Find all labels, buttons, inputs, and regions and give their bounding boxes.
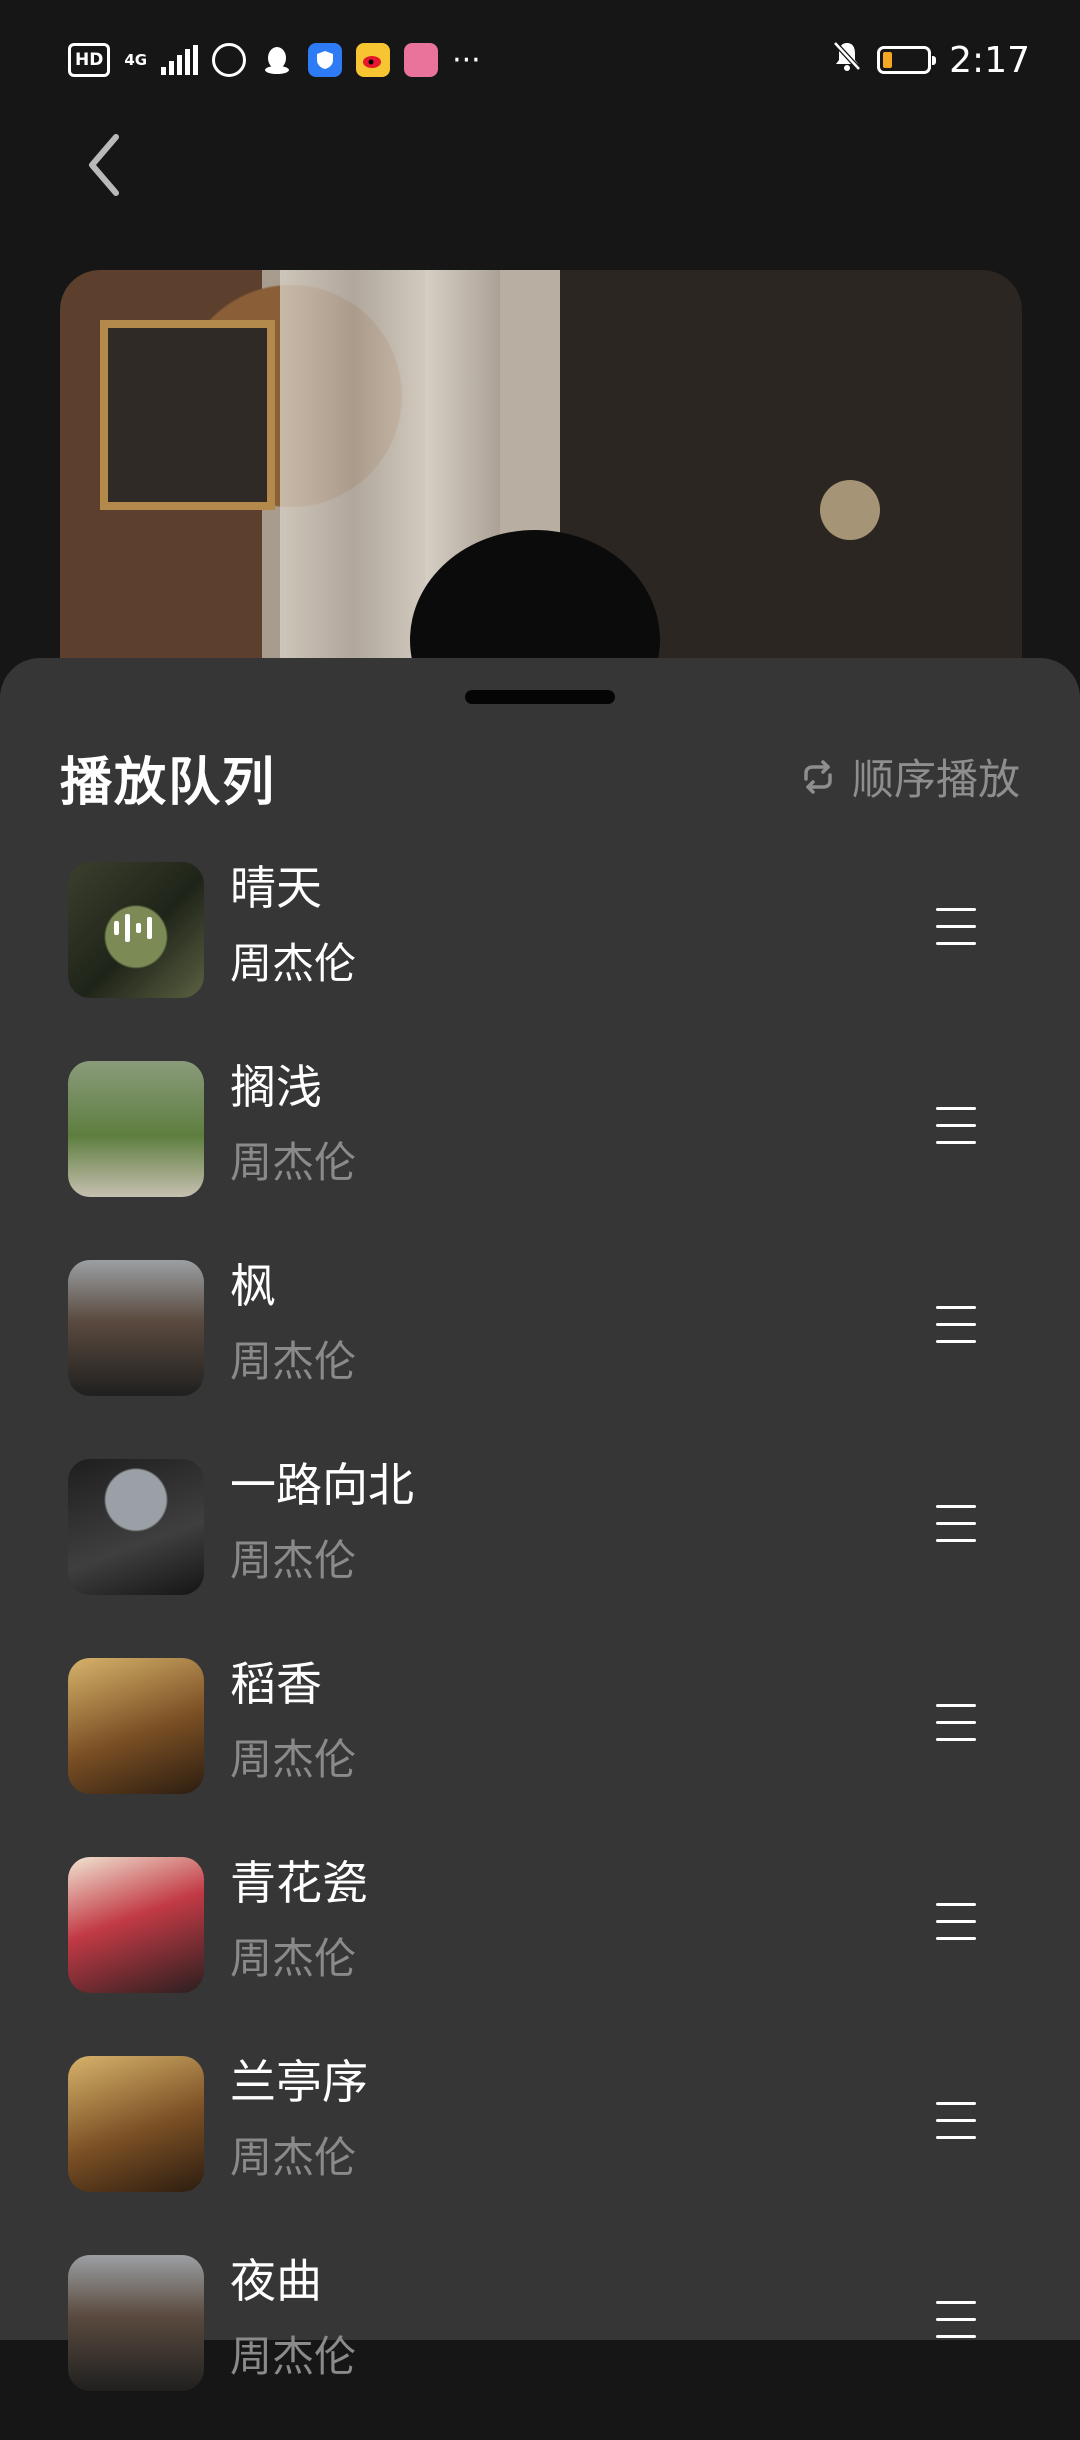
queue-item[interactable]: 稻香 周杰伦 [0, 1644, 1080, 1843]
queue-item[interactable]: 兰亭序 周杰伦 [0, 2042, 1080, 2241]
network-type: 4G [124, 51, 148, 69]
drag-reorder-icon[interactable] [936, 1306, 982, 1346]
queue-list: 晴天 周杰伦 搁浅 周杰伦 枫 周杰伦 一路向北 周杰伦 稻香 周杰伦 青花瓷 … [0, 848, 1080, 2440]
battery-icon [877, 46, 937, 74]
album-cover [68, 862, 204, 998]
status-left: HD 4G ··· [68, 43, 481, 78]
drag-reorder-icon[interactable] [936, 2102, 982, 2142]
play-queue-sheet: 播放队列 顺序播放 晴天 周杰伦 搁浅 周杰伦 枫 周杰伦 一路向北 周杰伦 稻… [0, 658, 1080, 2391]
song-title: 一路向北 [230, 1458, 414, 1512]
drag-reorder-icon[interactable] [936, 2301, 982, 2341]
song-title: 稻香 [230, 1657, 322, 1711]
drag-reorder-icon[interactable] [936, 1903, 982, 1943]
album-cover [68, 1260, 204, 1396]
song-title: 夜曲 [230, 2254, 322, 2308]
album-cover [68, 1459, 204, 1595]
song-artist: 周杰伦 [230, 1337, 357, 1386]
song-artist: 周杰伦 [230, 2133, 357, 2182]
wall-frame [100, 320, 275, 510]
drag-handle[interactable] [465, 690, 615, 704]
song-artist: 周杰伦 [230, 939, 357, 988]
song-artist: 周杰伦 [230, 1138, 357, 1187]
album-cover [68, 2056, 204, 2192]
status-bar: HD 4G ··· 2:17 [0, 0, 1080, 120]
song-title: 搁浅 [230, 1060, 322, 1114]
status-right: 2:17 [831, 39, 1030, 82]
drag-reorder-icon[interactable] [936, 1704, 982, 1744]
play-mode-button[interactable]: 顺序播放 [798, 746, 1020, 807]
song-artist: 周杰伦 [230, 1735, 357, 1784]
back-button[interactable] [78, 125, 138, 205]
network-label: 4G [124, 51, 148, 69]
song-artist: 周杰伦 [230, 1536, 357, 1585]
qq-icon [260, 43, 294, 77]
drag-reorder-icon[interactable] [936, 1505, 982, 1545]
song-artist: 周杰伦 [230, 2332, 357, 2381]
weibo-icon [356, 43, 391, 77]
drag-reorder-icon[interactable] [936, 908, 982, 948]
bell-muted-icon [831, 39, 863, 82]
song-title: 兰亭序 [230, 2055, 368, 2109]
battery-level [883, 52, 892, 68]
repeat-icon [804, 759, 832, 794]
queue-item[interactable]: 晴天 周杰伦 [0, 848, 1080, 1047]
signal-icon [161, 45, 199, 75]
album-artwork [60, 270, 1022, 690]
shield-icon [308, 43, 343, 77]
now-playing-icon [114, 914, 152, 942]
queue-title: 播放队列 [60, 753, 277, 813]
queue-item[interactable]: 枫 周杰伦 [0, 1246, 1080, 1445]
song-artist: 周杰伦 [230, 1934, 357, 1983]
more-notifications-icon: ··· [452, 42, 481, 78]
song-title: 青花瓷 [230, 1856, 368, 1910]
queue-item[interactable]: 青花瓷 周杰伦 [0, 1843, 1080, 2042]
song-title: 枫 [230, 1259, 276, 1313]
chevron-left-icon [89, 134, 119, 196]
album-cover [68, 2255, 204, 2391]
play-mode-label: 顺序播放 [851, 755, 1020, 804]
queue-item[interactable]: 搁浅 周杰伦 [0, 1047, 1080, 1246]
basketball-icon [212, 43, 247, 77]
status-time: 2:17 [949, 39, 1030, 81]
drag-reorder-icon[interactable] [936, 1107, 982, 1147]
hd-badge: HD [68, 43, 111, 77]
queue-item[interactable]: 一路向北 周杰伦 [0, 1445, 1080, 1644]
lala-icon [404, 43, 439, 77]
song-title: 晴天 [230, 861, 322, 915]
queue-item[interactable]: 夜曲 周杰伦 [0, 2241, 1080, 2440]
album-cover [68, 1658, 204, 1794]
album-cover [68, 1061, 204, 1197]
album-cover [68, 1857, 204, 1993]
